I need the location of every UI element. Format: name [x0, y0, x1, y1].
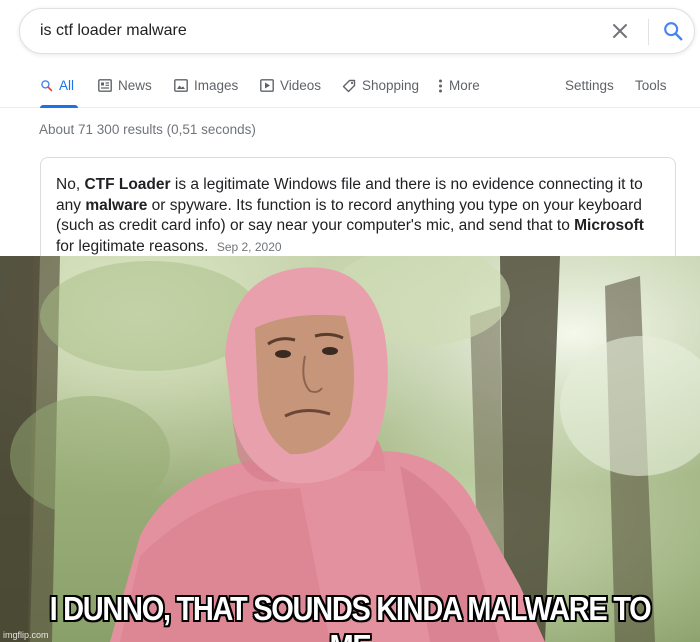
tab-images[interactable]: Images [174, 78, 238, 108]
snippet-text: No, CTF Loader is a legitimate Windows f… [56, 175, 666, 257]
tab-videos[interactable]: Videos [260, 78, 321, 108]
tab-all-label: All [59, 78, 75, 93]
more-vert-icon [439, 79, 442, 93]
pink-suit-man-illustration [0, 256, 700, 642]
tag-icon [342, 79, 356, 93]
search-box-divider [648, 19, 649, 45]
tab-shopping[interactable]: Shopping [342, 78, 419, 108]
search-tabs: All News Images Videos Shopping More Set… [0, 72, 700, 108]
tab-images-label: Images [194, 78, 239, 93]
tab-shopping-label: Shopping [362, 78, 420, 93]
close-icon[interactable] [610, 21, 630, 41]
meme-caption: I DUNNO, THAT SOUNDS KINDA MALWARE TO ME [49, 590, 652, 642]
tab-videos-label: Videos [280, 78, 322, 93]
tab-more[interactable]: More [438, 78, 480, 108]
image-icon [174, 79, 188, 92]
tab-tools-label: Tools [635, 78, 667, 93]
tab-news[interactable]: News [98, 78, 152, 108]
news-icon [98, 79, 112, 92]
meme-image: I DUNNO, THAT SOUNDS KINDA MALWARE TO ME… [0, 256, 700, 642]
snippet-bold-term: malware [85, 196, 148, 214]
search-box[interactable]: is ctf loader malware [19, 8, 695, 54]
featured-snippet: No, CTF Loader is a legitimate Windows f… [40, 157, 676, 267]
tab-news-label: News [118, 78, 152, 93]
snippet-part: No, [56, 176, 85, 193]
result-stats: About 71 300 results (0,51 seconds) [39, 122, 256, 137]
search-input[interactable]: is ctf loader malware [40, 22, 187, 40]
video-icon [260, 79, 274, 92]
search-results-screenshot: is ctf loader malware All News Images Vi… [0, 0, 700, 267]
snippet-date: Sep 2, 2020 [216, 239, 282, 254]
snippet-bold-term: CTF Loader [84, 176, 171, 193]
tab-more-label: More [449, 78, 480, 93]
snippet-bold-term: Microsoft [574, 217, 644, 234]
tab-settings-label: Settings [565, 78, 614, 93]
tab-tools[interactable]: Tools [635, 78, 667, 108]
watermark: imgflip.com [3, 630, 49, 640]
search-icon[interactable] [662, 20, 684, 42]
snippet-part: for legitimate reasons. [56, 237, 209, 255]
tab-all[interactable]: All [40, 78, 78, 108]
tab-settings[interactable]: Settings [565, 78, 614, 108]
search-icon [41, 80, 53, 92]
